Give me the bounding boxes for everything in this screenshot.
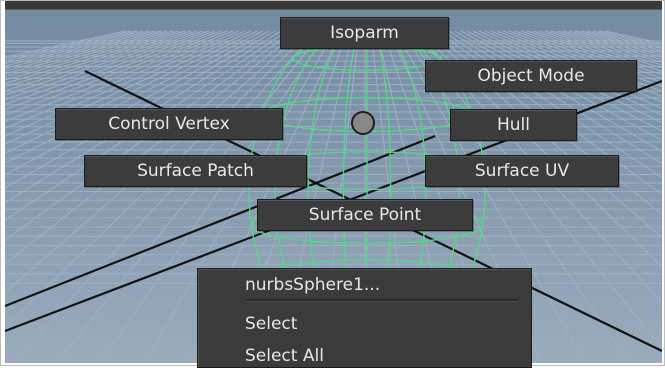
object-context-menu: nurbsSphere1... Select Select All: [197, 268, 532, 368]
surface-point-button[interactable]: Surface Point: [257, 199, 473, 231]
control-vertex-button[interactable]: Control Vertex: [55, 108, 283, 140]
select-item[interactable]: Select: [245, 314, 297, 334]
grid-line: [5, 30, 180, 81]
surface-uv-button[interactable]: Surface UV: [425, 155, 619, 187]
menu-separator: [246, 299, 518, 302]
select-all-item[interactable]: Select All: [245, 346, 324, 366]
surface-patch-button[interactable]: Surface Patch: [84, 155, 307, 187]
grid-line: [5, 30, 192, 88]
viewport-toolbar: [5, 1, 662, 10]
marking-menu-center-icon: [351, 111, 375, 135]
object-name-item[interactable]: nurbsSphere1...: [245, 275, 380, 295]
hull-button[interactable]: Hull: [450, 109, 577, 141]
object-mode-button[interactable]: Object Mode: [425, 60, 637, 92]
grid-line: [5, 30, 156, 69]
screenshot-frame: Isoparm Object Mode Control Vertex Hull …: [0, 0, 665, 368]
grid-line: [5, 30, 198, 92]
isoparm-button[interactable]: Isoparm: [280, 17, 449, 49]
